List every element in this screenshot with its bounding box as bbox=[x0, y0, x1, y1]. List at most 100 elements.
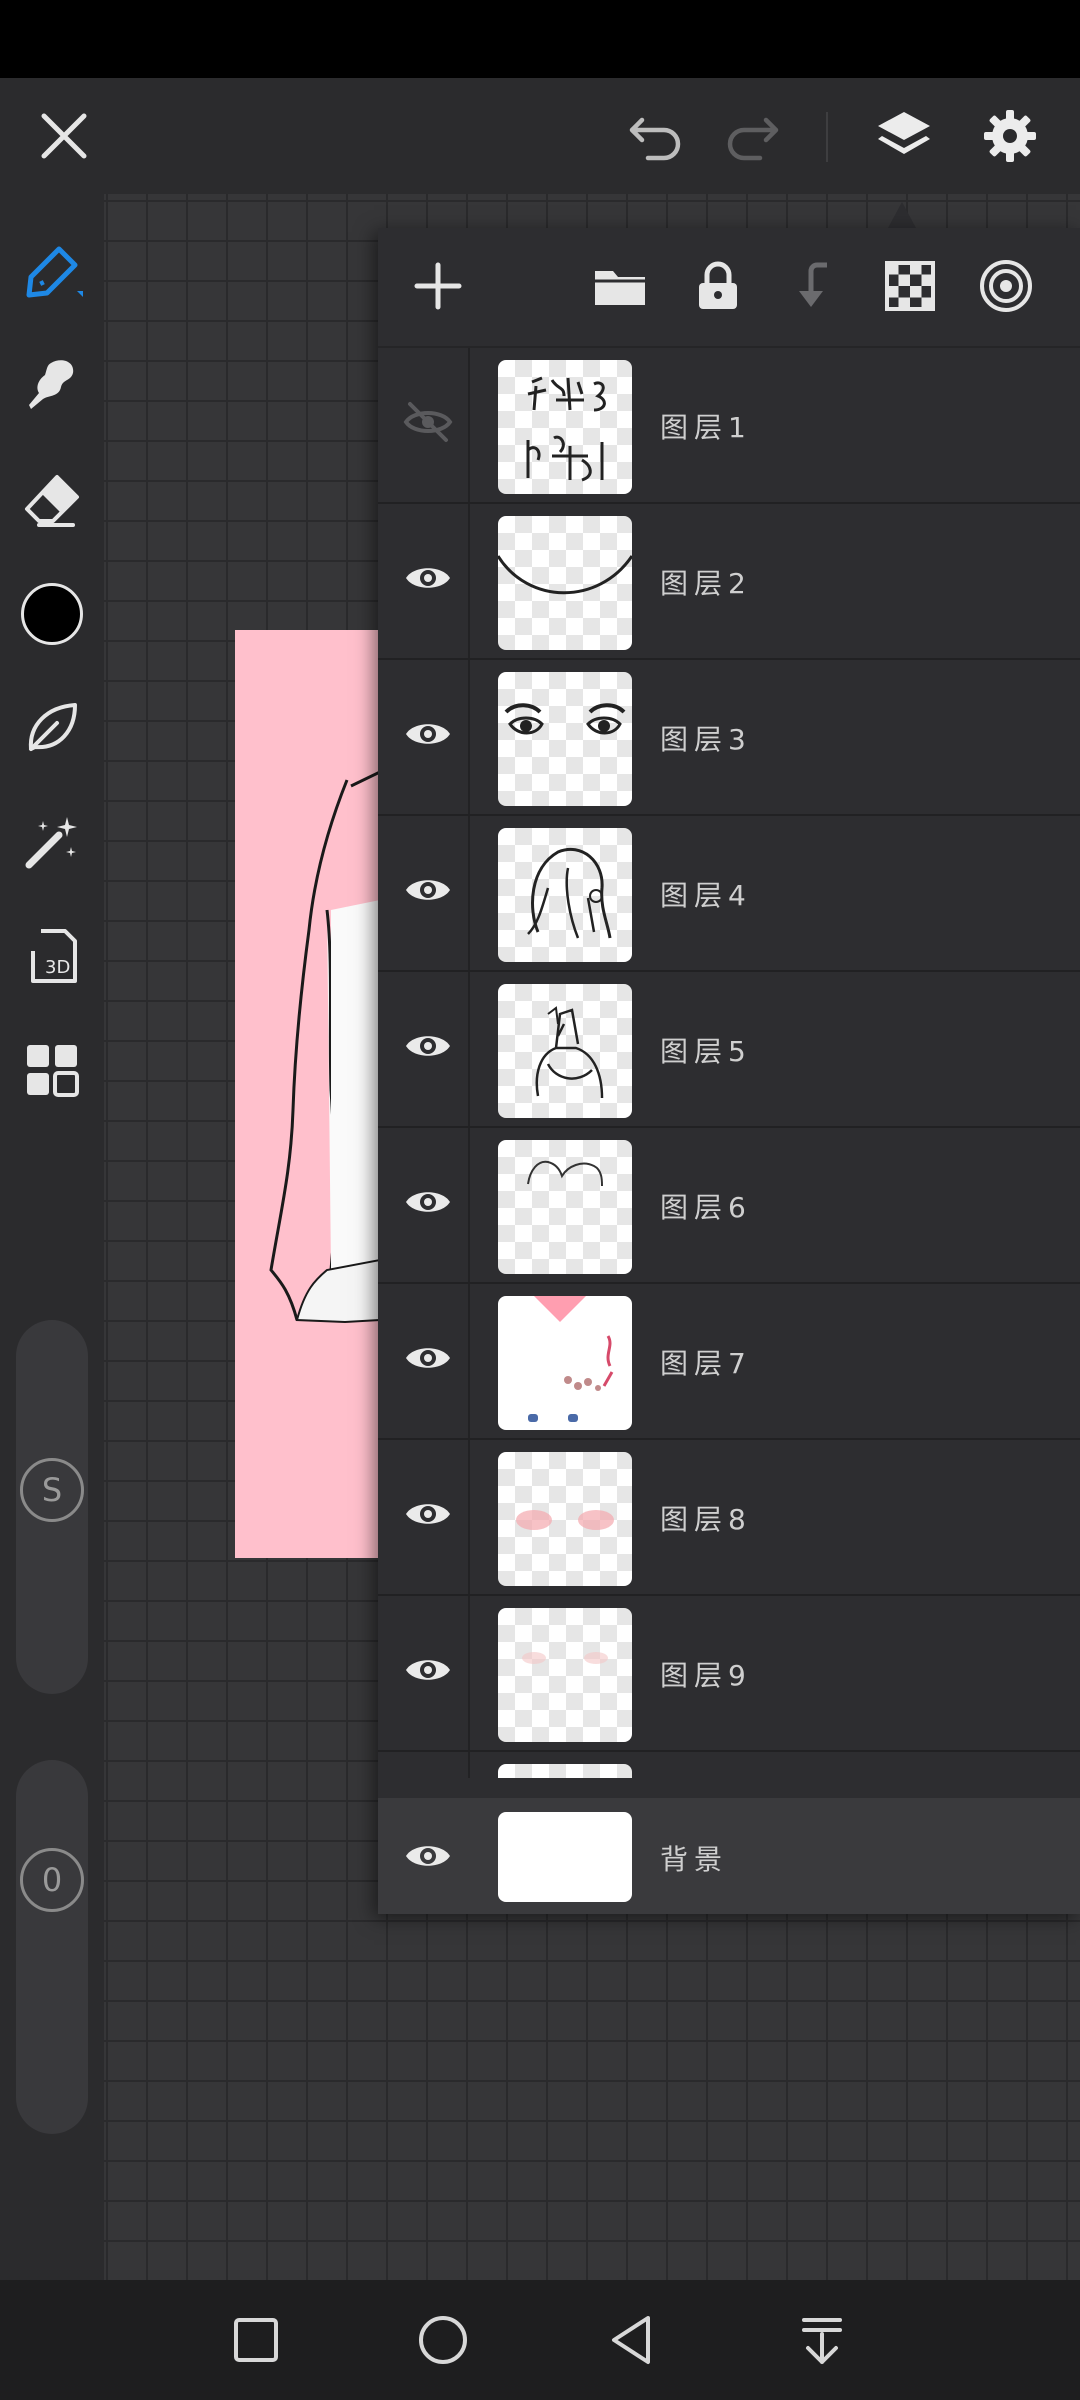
color-picker[interactable] bbox=[12, 574, 92, 654]
new-folder-button[interactable] bbox=[582, 248, 658, 324]
layers-list[interactable]: 图层1 图层2 图层3 图层4 图层5 图层6 图层7 图层8 图层9 bbox=[378, 348, 1080, 1778]
notifications-button[interactable] bbox=[782, 2300, 862, 2380]
eye-icon bbox=[406, 1660, 450, 1680]
layer-thumbnail bbox=[498, 1140, 632, 1274]
layer-row[interactable]: 图层3 bbox=[378, 660, 1080, 816]
lock-icon bbox=[699, 261, 737, 309]
layers-panel: 图层1 图层2 图层3 图层4 图层5 图层6 图层7 图层8 图层9 背景 bbox=[378, 228, 1080, 1914]
layer-name: 图层4 bbox=[660, 879, 752, 912]
plus-icon bbox=[414, 262, 462, 310]
thumb-hair bbox=[527, 847, 612, 939]
eye-off-icon bbox=[403, 402, 453, 442]
artwork[interactable] bbox=[235, 630, 380, 1558]
back-button[interactable] bbox=[592, 2300, 672, 2380]
eye-icon bbox=[406, 880, 450, 900]
layer-name: 图层5 bbox=[660, 1035, 752, 1068]
undo-button[interactable] bbox=[616, 96, 696, 176]
brush-size-slider[interactable]: S bbox=[16, 1320, 88, 1694]
layer-row-partial[interactable] bbox=[378, 1752, 1080, 1778]
layer-thumbnail bbox=[498, 516, 632, 650]
eraser-icon bbox=[25, 475, 79, 527]
settings-button[interactable] bbox=[970, 96, 1050, 176]
eye-icon bbox=[406, 1846, 450, 1866]
artwork-sketch bbox=[269, 770, 380, 1324]
color-swatch bbox=[21, 583, 83, 645]
layer-row[interactable]: 图层2 bbox=[378, 504, 1080, 660]
layers-button[interactable] bbox=[864, 96, 944, 176]
visibility-toggle[interactable] bbox=[392, 1634, 464, 1706]
visibility-toggle[interactable] bbox=[392, 1820, 464, 1892]
redo-button[interactable] bbox=[712, 96, 792, 176]
layer-name: 图层1 bbox=[660, 411, 752, 444]
toolbar-divider bbox=[826, 112, 828, 162]
brush-size-knob[interactable]: S bbox=[20, 1458, 84, 1522]
layer-row[interactable]: 图层8 bbox=[378, 1440, 1080, 1596]
layer-name: 图层9 bbox=[660, 1659, 752, 1692]
home-button[interactable] bbox=[403, 2300, 483, 2380]
layer-row[interactable]: 图层7 bbox=[378, 1284, 1080, 1440]
visibility-toggle[interactable] bbox=[392, 542, 464, 614]
redo-icon bbox=[727, 117, 779, 161]
merge-down-icon bbox=[799, 262, 827, 307]
svg-text:3D: 3D bbox=[45, 957, 70, 978]
visibility-toggle[interactable] bbox=[392, 1166, 464, 1238]
eye-icon bbox=[406, 1192, 450, 1212]
alpha-lock-button[interactable] bbox=[872, 248, 948, 324]
top-bar bbox=[0, 78, 1080, 194]
lock-layer-button[interactable] bbox=[680, 248, 756, 324]
add-layer-button[interactable] bbox=[400, 248, 476, 324]
layer-thumbnail bbox=[498, 1608, 632, 1742]
layers-panel-pointer bbox=[888, 202, 916, 228]
triangle-back-icon bbox=[612, 2316, 650, 2364]
folder-icon bbox=[595, 271, 645, 305]
visibility-toggle[interactable] bbox=[392, 1010, 464, 1082]
layer-name: 图层6 bbox=[660, 1191, 752, 1224]
layer-row[interactable]: 图层4 bbox=[378, 816, 1080, 972]
layer-thumbnail bbox=[498, 1452, 632, 1586]
eraser-tool[interactable] bbox=[12, 460, 92, 540]
layer-row[interactable]: 图层1 bbox=[378, 348, 1080, 504]
visibility-toggle[interactable] bbox=[392, 386, 464, 458]
magic-wand-tool[interactable] bbox=[12, 802, 92, 882]
leaf-tool[interactable] bbox=[12, 688, 92, 768]
gallery-tool[interactable] bbox=[12, 1030, 92, 1110]
background-layer-name: 背景 bbox=[660, 1843, 729, 1876]
merge-down-button[interactable] bbox=[778, 248, 854, 324]
background-layer-row[interactable]: 背景 bbox=[378, 1798, 1080, 1914]
checker-icon bbox=[885, 261, 935, 311]
layer-name: 图层8 bbox=[660, 1503, 752, 1536]
layer-thumbnail bbox=[498, 984, 632, 1118]
circle-icon bbox=[419, 2316, 467, 2364]
opacity-knob[interactable]: 0 bbox=[20, 1848, 84, 1912]
eye-icon bbox=[406, 1348, 450, 1368]
square-icon bbox=[234, 2318, 278, 2362]
layers-toolbar bbox=[378, 228, 1080, 348]
3d-tool[interactable]: 3D bbox=[12, 916, 92, 996]
layer-thumbnail bbox=[498, 828, 632, 962]
thumb-eyes bbox=[504, 703, 626, 735]
opacity-slider[interactable]: 0 bbox=[16, 1760, 88, 2134]
visibility-toggle[interactable] bbox=[392, 698, 464, 770]
eye-icon bbox=[406, 1504, 450, 1524]
thumb-faint bbox=[522, 1652, 608, 1664]
recents-button[interactable] bbox=[216, 2300, 296, 2380]
layer-name: 图层7 bbox=[660, 1347, 752, 1380]
thumb-curve bbox=[498, 555, 632, 595]
visibility-toggle[interactable] bbox=[392, 1478, 464, 1550]
pull-down-icon bbox=[802, 2318, 842, 2364]
layer-row[interactable]: 图层5 bbox=[378, 972, 1080, 1128]
close-icon bbox=[41, 113, 87, 159]
layer-row[interactable]: 图层6 bbox=[378, 1128, 1080, 1284]
visibility-toggle[interactable] bbox=[392, 854, 464, 926]
layer-thumbnail bbox=[498, 672, 632, 806]
grid-icon bbox=[27, 1045, 79, 1097]
layer-row[interactable]: 图层9 bbox=[378, 1596, 1080, 1752]
smudge-tool[interactable] bbox=[12, 344, 92, 424]
blend-mode-button[interactable] bbox=[968, 248, 1044, 324]
system-nav-bar bbox=[0, 2280, 1080, 2400]
undo-icon bbox=[629, 117, 681, 161]
close-button[interactable] bbox=[24, 96, 104, 176]
visibility-toggle[interactable] bbox=[392, 1322, 464, 1394]
layer-thumbnail bbox=[498, 1296, 632, 1430]
brush-tool[interactable] bbox=[12, 232, 92, 312]
